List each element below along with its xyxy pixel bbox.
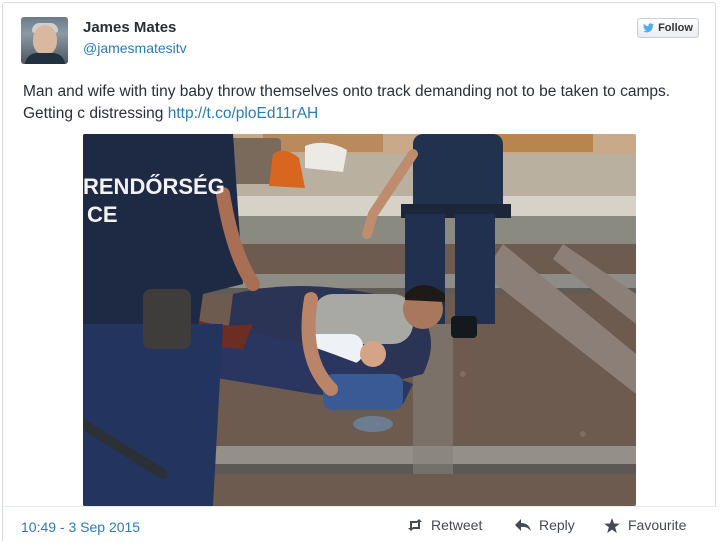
tweet-link[interactable]: http://t.co/ploEd11rAH: [168, 105, 319, 122]
photo-scene: RENDŐRSÉG CE: [83, 134, 636, 506]
favourite-button[interactable]: Favourite: [604, 517, 686, 533]
tweet-footer: 10:49 - 3 Sep 2015 Retweet Reply Favouri…: [3, 506, 717, 545]
tweet-text: Man and wife with tiny baby throw themse…: [23, 81, 713, 125]
vest-text-line1: RENDŐRSÉG: [83, 174, 225, 199]
tweet-card: James Mates @jamesmatesitv Follow Man an…: [2, 2, 717, 545]
timestamp[interactable]: 10:49 - 3 Sep 2015: [21, 519, 140, 535]
retweet-label: Retweet: [431, 517, 483, 533]
star-icon: [604, 517, 620, 533]
reply-button[interactable]: Reply: [515, 517, 575, 533]
tweet-photo[interactable]: RENDŐRSÉG CE: [83, 134, 636, 506]
tweet-body: Man and wife with tiny baby throw themse…: [23, 83, 671, 122]
follow-button[interactable]: Follow: [637, 18, 699, 38]
favourite-label: Favourite: [628, 517, 687, 533]
reply-label: Reply: [539, 517, 575, 533]
author-name[interactable]: James Mates: [83, 19, 176, 36]
vest-text-line2: CE: [87, 202, 118, 227]
avatar[interactable]: [21, 17, 68, 64]
follow-label: Follow: [658, 22, 693, 34]
twitter-bird-icon: [643, 23, 655, 33]
retweet-icon: [408, 519, 422, 531]
retweet-button[interactable]: Retweet: [407, 517, 482, 533]
reply-icon: [515, 519, 531, 531]
author-handle[interactable]: @jamesmatesitv: [83, 40, 187, 56]
